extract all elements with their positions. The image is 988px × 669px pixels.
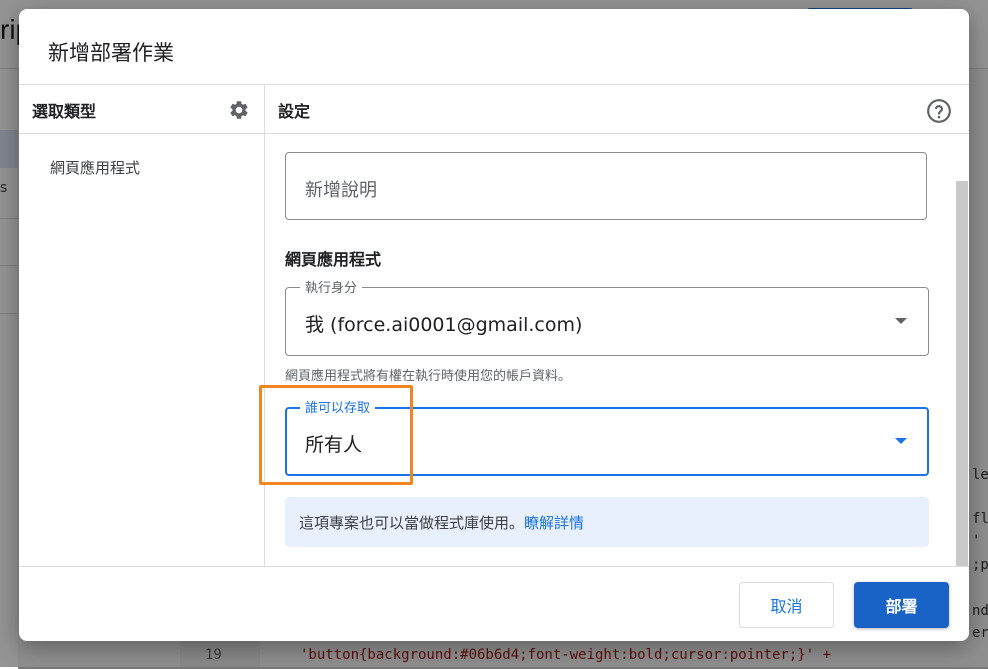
- execute-as-helper: 網頁應用程式將有權在執行時使用您的帳戶資料。: [285, 369, 572, 384]
- footer-divider: [19, 566, 969, 567]
- description-input[interactable]: 新增說明: [285, 152, 927, 220]
- execute-as-label: 執行身分: [300, 277, 363, 296]
- deploy-button[interactable]: 部署: [854, 582, 949, 628]
- who-has-access-label: 誰可以存取: [300, 397, 376, 416]
- new-deployment-dialog: 新增部署作業 選取類型 網頁應用程式 設定 新增說明 網頁應用程式 執行身分 我…: [19, 9, 969, 641]
- dialog-title: 新增部署作業: [48, 41, 174, 65]
- chevron-down-icon: [895, 318, 907, 324]
- title-divider: [19, 84, 969, 85]
- settings-scrollbar[interactable]: [956, 181, 968, 566]
- web-app-section-title: 網頁應用程式: [285, 250, 382, 269]
- gear-icon[interactable]: [228, 99, 250, 121]
- who-has-access-select[interactable]: 誰可以存取 所有人: [285, 397, 929, 476]
- left-header-divider: [19, 133, 264, 134]
- type-item-web-app[interactable]: 網頁應用程式: [50, 157, 140, 178]
- learn-more-link[interactable]: 瞭解詳情: [524, 514, 584, 532]
- help-icon[interactable]: [926, 98, 952, 124]
- settings-heading: 設定: [278, 102, 311, 121]
- panel-divider: [264, 85, 265, 566]
- select-type-heading: 選取類型: [32, 102, 97, 121]
- execute-as-select[interactable]: 執行身分 我 (force.ai0001@gmail.com): [285, 277, 929, 356]
- library-info-text: 這項專案也可以當做程式庫使用。瞭解詳情: [299, 512, 584, 533]
- library-info-message: 這項專案也可以當做程式庫使用。: [299, 514, 525, 532]
- chevron-down-icon: [895, 438, 907, 444]
- who-has-access-value: 所有人: [305, 434, 363, 456]
- library-info-box: 這項專案也可以當做程式庫使用。瞭解詳情: [285, 497, 929, 547]
- cancel-button[interactable]: 取消: [739, 582, 834, 628]
- description-placeholder: 新增說明: [305, 180, 377, 201]
- right-header-divider: [265, 133, 969, 134]
- execute-as-value: 我 (force.ai0001@gmail.com): [305, 314, 583, 336]
